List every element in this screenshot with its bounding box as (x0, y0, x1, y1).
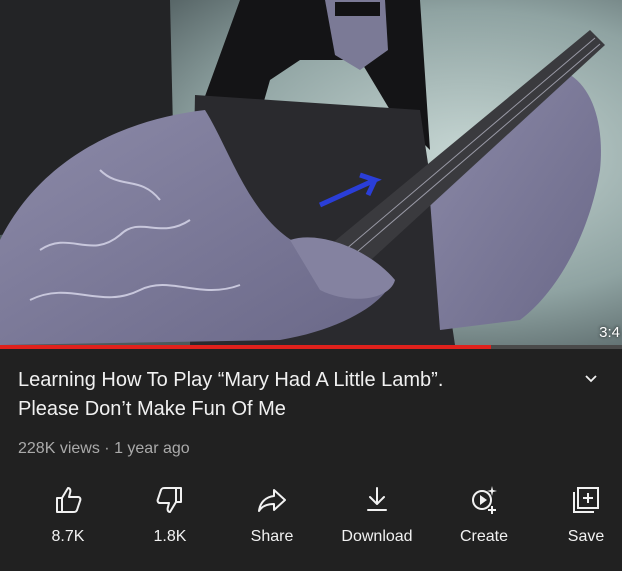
save-label: Save (567, 528, 605, 545)
share-arrow-icon (258, 489, 286, 512)
chevron-down-icon[interactable] (581, 371, 601, 387)
video-progress-bar[interactable] (0, 345, 622, 349)
download-label: Download (341, 528, 413, 545)
share-label: Share (250, 528, 294, 545)
create-button[interactable]: Create (434, 480, 534, 548)
dislike-button[interactable]: 1.8K (120, 480, 220, 548)
create-label: Create (459, 528, 509, 545)
video-metadata: 228K views · 1 year ago (18, 440, 190, 458)
thumbs-up-icon (56, 487, 82, 513)
upload-age: 1 year ago (114, 440, 190, 457)
video-progress-fill (0, 345, 492, 349)
like-button[interactable]: 8.7K (18, 480, 118, 548)
video-title-line-2: Please Don’t Make Fun Of Me (18, 398, 286, 420)
download-icon (367, 487, 387, 511)
video-title-line-1: Learning How To Play “Mary Had A Little … (18, 369, 444, 391)
video-duration: 3:4 (599, 324, 620, 341)
save-playlist-icon (573, 487, 599, 513)
meta-separator: · (104, 440, 110, 457)
thumbs-down-icon (156, 487, 182, 513)
dislike-count: 1.8K (153, 528, 187, 545)
share-button[interactable]: Share (222, 480, 322, 548)
view-count: 228K views (18, 440, 100, 457)
video-title[interactable]: Learning How To Play “Mary Had A Little … (18, 366, 558, 424)
save-button[interactable]: Save (536, 480, 622, 548)
video-thumbnail (0, 0, 622, 345)
action-bar: 8.7K 1.8K Share Download Create Save (0, 480, 622, 550)
create-sparkle-icon (472, 486, 497, 514)
like-count: 8.7K (51, 528, 85, 545)
video-player[interactable]: 3:4 (0, 0, 622, 345)
download-button[interactable]: Download (327, 480, 427, 548)
